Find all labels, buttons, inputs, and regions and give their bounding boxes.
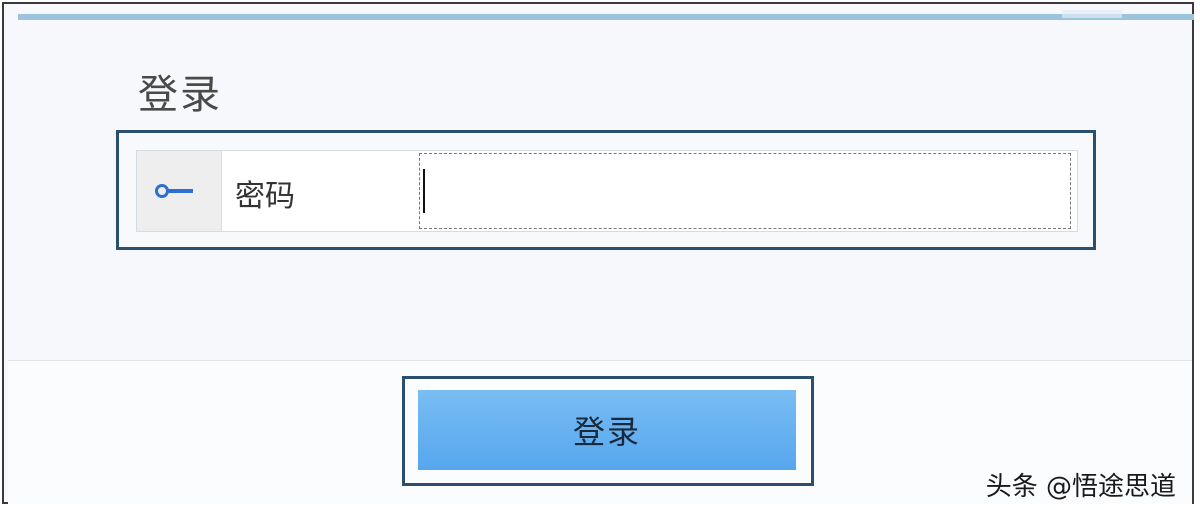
field-icon-box: [137, 151, 222, 231]
page-title: 登录: [138, 72, 222, 118]
top-accent-strip: [18, 14, 1194, 20]
password-label: 密码: [235, 179, 295, 214]
key-icon: [155, 184, 193, 198]
login-window: 登录 密码 登录 头条 @悟途思道: [2, 2, 1194, 504]
password-input[interactable]: [419, 153, 1071, 229]
password-field-row: 密码: [136, 150, 1078, 232]
text-caret: [423, 169, 425, 213]
login-button[interactable]: 登录: [418, 390, 796, 470]
watermark: 头条 @悟途思道: [985, 472, 1176, 502]
faded-corner-text: [1062, 10, 1122, 18]
